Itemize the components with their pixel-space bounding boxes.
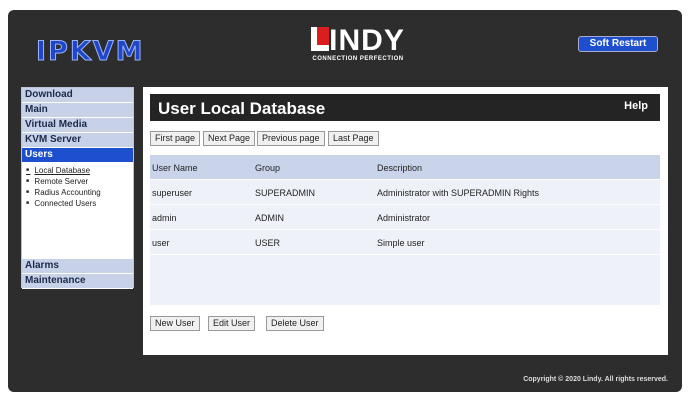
- cell-description: Simple user: [377, 238, 425, 248]
- ipkvm-logo: IPKVM: [36, 36, 145, 68]
- cell-group: ADMIN: [255, 213, 284, 223]
- copyright: Copyright © 2020 Lindy. All rights reser…: [523, 376, 668, 383]
- submenu-connected-users[interactable]: Connected Users: [26, 198, 133, 209]
- users-table: User Name Group Description superuser SU…: [150, 155, 660, 305]
- sidebar-item-main[interactable]: Main: [22, 103, 133, 118]
- col-group: Group: [255, 163, 281, 173]
- col-description: Description: [377, 163, 423, 173]
- new-user-button[interactable]: New User: [150, 316, 200, 331]
- next-page-button[interactable]: Next Page: [203, 131, 256, 146]
- page-title: User Local Database: [158, 99, 326, 118]
- submenu-local-database[interactable]: Local Database: [26, 165, 133, 176]
- table-header: User Name Group Description: [150, 155, 660, 180]
- sidebar-item-alarms[interactable]: Alarms: [22, 259, 133, 274]
- users-submenu: Local Database Remote Server Radius Acco…: [22, 165, 133, 259]
- cell-user-name: superuser: [152, 188, 193, 198]
- main-panel: User Local Database Help First page Next…: [143, 87, 668, 355]
- table-row[interactable]: superuser SUPERADMIN Administrator with …: [150, 180, 660, 205]
- submenu-radius-accounting[interactable]: Radius Accounting: [26, 187, 133, 198]
- sidebar-item-kvm-server[interactable]: KVM Server: [22, 133, 133, 148]
- submenu-remote-server[interactable]: Remote Server: [26, 176, 133, 187]
- soft-restart-button[interactable]: Soft Restart: [578, 36, 658, 52]
- delete-user-button[interactable]: Delete User: [266, 316, 324, 331]
- cell-group: SUPERADMIN: [255, 188, 316, 198]
- cell-user-name: user: [152, 238, 170, 248]
- sidebar: Download Main Virtual Media KVM Server U…: [21, 87, 134, 289]
- lindy-logo: INDY CONNECTION PERFECTION: [298, 26, 418, 62]
- previous-page-button[interactable]: Previous page: [257, 131, 325, 146]
- title-bar: User Local Database Help: [150, 94, 660, 121]
- cell-user-name: admin: [152, 213, 177, 223]
- first-page-button[interactable]: First page: [150, 131, 201, 146]
- cell-group: USER: [255, 238, 281, 248]
- cell-description: Administrator with SUPERADMIN Rights: [377, 188, 540, 198]
- sidebar-item-users[interactable]: Users: [22, 148, 133, 163]
- last-page-button[interactable]: Last Page: [328, 131, 379, 146]
- sidebar-item-virtual-media[interactable]: Virtual Media: [22, 118, 133, 133]
- cell-description: Administrator: [377, 213, 431, 223]
- table-row[interactable]: user USER Simple user: [150, 230, 660, 255]
- table-row[interactable]: admin ADMIN Administrator: [150, 205, 660, 230]
- brand-tagline: CONNECTION PERFECTION: [312, 56, 404, 62]
- sidebar-item-download[interactable]: Download: [22, 88, 133, 103]
- col-user-name: User Name: [152, 163, 198, 173]
- sidebar-item-maintenance[interactable]: Maintenance: [22, 274, 133, 289]
- edit-user-button[interactable]: Edit User: [208, 316, 256, 331]
- help-link[interactable]: Help: [624, 100, 648, 112]
